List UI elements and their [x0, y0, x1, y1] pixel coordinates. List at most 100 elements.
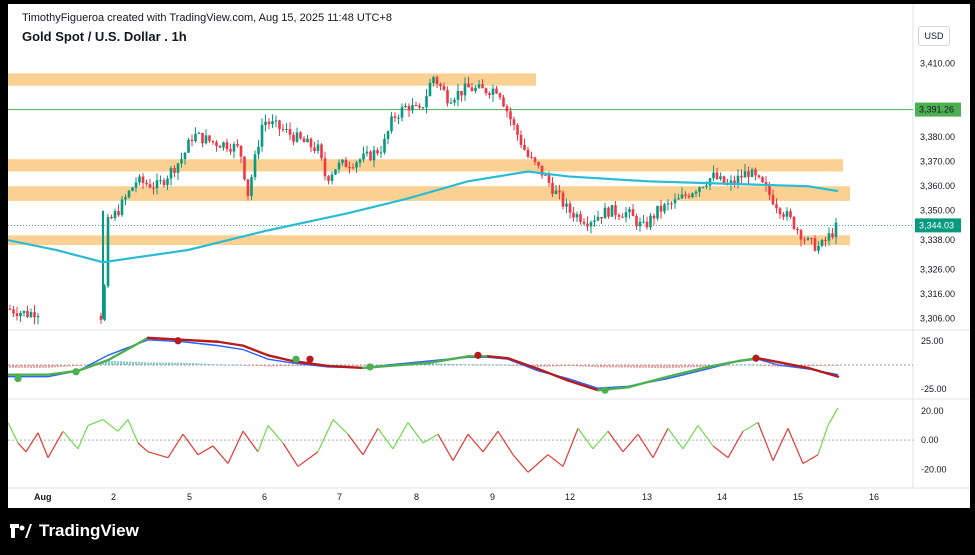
macd-histogram-bar: [132, 361, 134, 365]
candle-body: [771, 195, 775, 205]
oscillator-segment: [682, 425, 699, 450]
macd-signal-segment: [536, 367, 570, 382]
oscillator-segment: [147, 451, 169, 459]
macd-histogram-bar: [243, 365, 245, 366]
macd-histogram-bar: [150, 362, 152, 365]
candle-body: [628, 209, 631, 213]
macd-histogram-bar: [555, 365, 557, 367]
macd-histogram-bar: [699, 365, 701, 368]
macd-histogram-bar: [729, 365, 731, 366]
candle-body: [236, 144, 239, 146]
macd-histogram-bar: [363, 365, 365, 366]
macd-histogram-bar: [693, 365, 695, 368]
candle-body: [694, 191, 698, 194]
oscillator-segment: [637, 433, 654, 458]
moving-average-line: [8, 170, 839, 264]
macd-histogram-bar: [75, 365, 77, 367]
candle-body: [26, 310, 29, 317]
macd-histogram-bar: [252, 365, 254, 366]
candle-body: [624, 212, 628, 218]
candle-body: [610, 205, 614, 217]
currency-button[interactable]: USD: [918, 26, 950, 46]
oscillator-segment: [712, 445, 729, 459]
macd-histogram-bar: [759, 364, 761, 366]
macd-histogram-bar: [273, 365, 275, 367]
candle-body: [19, 312, 22, 317]
candle-body: [708, 178, 712, 186]
candle-body: [733, 180, 736, 184]
oscillator-segment: [267, 425, 284, 444]
candle-body: [162, 180, 166, 185]
macd-histogram-bar: [138, 361, 140, 365]
macd-histogram-bar: [489, 364, 491, 366]
candle-body: [173, 168, 176, 173]
macd-histogram-bar: [30, 365, 32, 368]
candle-body: [215, 142, 218, 146]
candle-body: [131, 187, 134, 191]
macd-histogram-bar: [645, 365, 647, 368]
macd-histogram-bar: [348, 365, 350, 366]
candle-body: [197, 132, 201, 134]
candle-body: [572, 212, 575, 218]
candle-body: [292, 134, 295, 142]
candle-body: [386, 131, 390, 140]
candle-body: [421, 107, 425, 109]
macd-histogram-bar: [831, 365, 833, 366]
candle-body: [295, 132, 299, 142]
candle-body: [817, 245, 820, 251]
oscillator-segment: [817, 425, 829, 455]
candle-body: [474, 87, 477, 92]
candle-body: [740, 175, 743, 178]
macd-histogram-bar: [567, 365, 569, 366]
macd-histogram-bar: [624, 365, 626, 368]
macd-histogram-bar: [207, 363, 209, 365]
macd-histogram-bar: [459, 364, 461, 365]
candle-body: [376, 150, 379, 154]
oscillator-segment: [802, 454, 819, 465]
candle-body: [22, 310, 26, 313]
macd-histogram-bar: [246, 365, 248, 366]
macd-histogram-bar: [828, 365, 830, 366]
candle-body: [824, 239, 827, 241]
macd-histogram-bar: [114, 360, 116, 365]
candle-body: [789, 211, 792, 217]
candle-body: [813, 238, 817, 251]
macd-histogram-bar: [210, 364, 212, 365]
candle-body: [117, 211, 120, 216]
macd-histogram-bar: [510, 364, 512, 366]
macd-histogram-bar: [462, 364, 464, 366]
candle-body: [649, 215, 652, 228]
chart-svg[interactable]: 3,410.00 3,380.00 3,370.00 3,360.00 3,350.00…: [8, 4, 970, 508]
macd-histogram-bar: [450, 363, 452, 365]
macd-histogram-bar: [24, 365, 26, 368]
macd-histogram-bar: [126, 361, 128, 365]
oscillator-segment: [742, 421, 759, 432]
macd-histogram-bar: [375, 364, 377, 366]
candle-body: [155, 180, 159, 189]
macd-histogram-bar: [81, 365, 83, 366]
candle-body: [33, 312, 36, 318]
candle-body: [477, 84, 481, 88]
macd-histogram-bar: [762, 365, 764, 366]
candle-body: [719, 176, 722, 180]
candle-body: [691, 193, 694, 198]
oscillator-segment: [182, 433, 199, 456]
oscillator-segment: [827, 407, 839, 426]
macd-histogram-bar: [141, 362, 143, 365]
oscillator-segment: [607, 430, 624, 453]
macd-histogram-bar: [816, 365, 818, 366]
candle-body: [638, 221, 642, 227]
macd-histogram-bar: [240, 364, 242, 366]
candle-body: [782, 214, 785, 217]
candle-body: [659, 205, 663, 212]
candle-body: [589, 222, 593, 227]
macd-histogram-bar: [345, 365, 347, 366]
macd-histogram-bar: [276, 365, 278, 367]
chart-area[interactable]: 3,410.00 3,380.00 3,370.00 3,360.00 3,350.00…: [8, 4, 970, 508]
macd-histogram-bar: [672, 365, 674, 369]
macd-histogram-bar: [63, 365, 65, 367]
macd-cross-marker: [474, 351, 482, 359]
candle-body: [645, 221, 649, 228]
macd-histogram-bar: [837, 365, 839, 366]
candle-body: [757, 175, 761, 178]
